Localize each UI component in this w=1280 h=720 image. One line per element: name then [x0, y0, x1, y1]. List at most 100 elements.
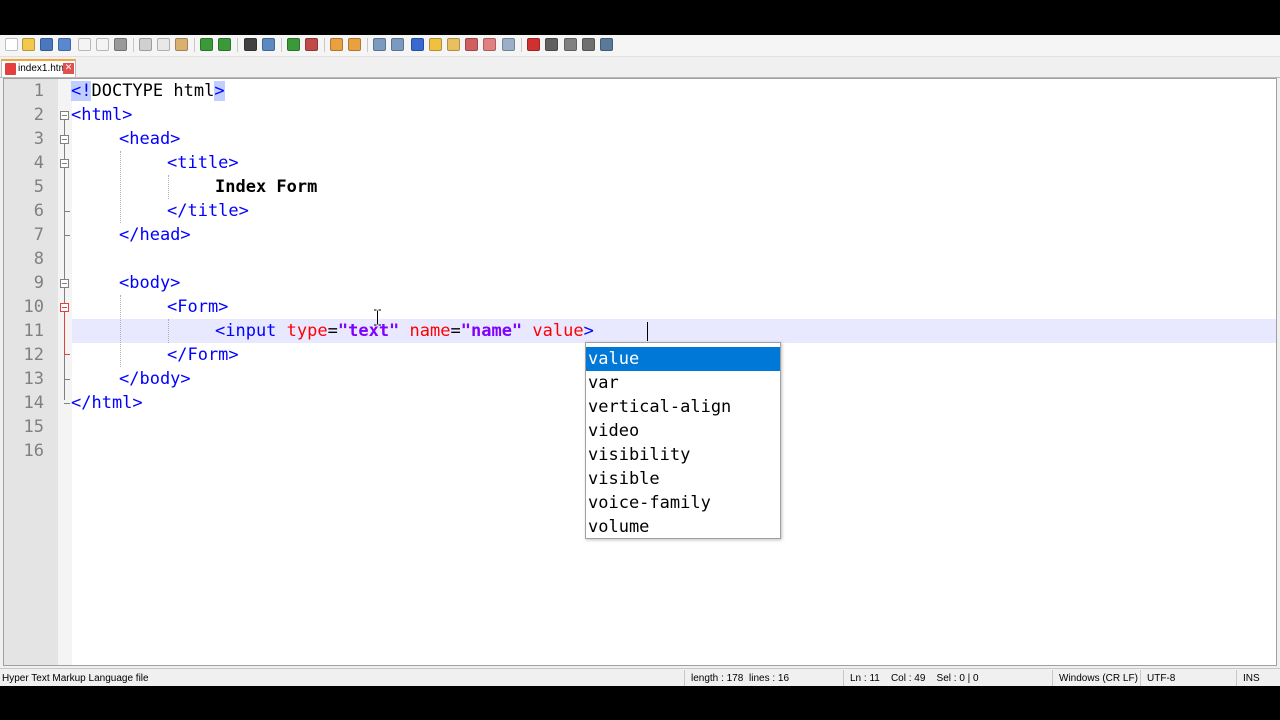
find-icon[interactable]	[244, 38, 257, 51]
indent-guide	[120, 295, 121, 367]
status-separator	[843, 670, 844, 686]
cut-icon[interactable]	[139, 38, 152, 51]
head-open-tag: <head>	[119, 129, 181, 149]
fold-line-current	[64, 312, 65, 354]
play-macro-icon[interactable]	[564, 38, 577, 51]
html-close-tag: </html>	[71, 393, 143, 413]
copy-icon[interactable]	[157, 38, 170, 51]
status-lines: lines : 16	[749, 673, 790, 684]
fold-end	[64, 379, 70, 380]
autocomplete-item[interactable]: visibility	[586, 443, 780, 467]
close-icon[interactable]	[78, 38, 91, 51]
new-file-icon[interactable]	[5, 38, 18, 51]
monitor-icon[interactable]	[502, 38, 515, 51]
line-number: 8	[33, 249, 44, 269]
code-line-2: <html>	[71, 103, 132, 127]
sync-horizontal-icon[interactable]	[348, 38, 361, 51]
line-number: 16	[23, 441, 44, 461]
ibeam-cursor-icon	[374, 309, 381, 326]
code-line-9: <body>	[119, 271, 180, 295]
autocomplete-item[interactable]: video	[586, 419, 780, 443]
save-macro-icon[interactable]	[600, 38, 613, 51]
indent-guide-icon[interactable]	[411, 38, 424, 51]
print-icon[interactable]	[114, 38, 127, 51]
line-number: 1	[33, 81, 44, 101]
fold-toggle-form[interactable]	[60, 303, 69, 312]
zoom-out-icon[interactable]	[305, 38, 318, 51]
fold-end	[64, 211, 70, 212]
value-text: "text"	[337, 321, 400, 341]
file-icon	[5, 63, 16, 75]
code-line-14: </html>	[71, 391, 143, 415]
code-line-12: </Form>	[167, 343, 239, 367]
form-close-tag: </Form>	[167, 345, 239, 365]
code-line-5: Index Form	[215, 175, 317, 199]
line-number: 6	[33, 201, 44, 221]
record-macro-icon[interactable]	[527, 38, 540, 51]
zoom-in-icon[interactable]	[287, 38, 300, 51]
replace-icon[interactable]	[262, 38, 275, 51]
paste-icon[interactable]	[175, 38, 188, 51]
udl-icon[interactable]	[429, 38, 442, 51]
tab-bar: index1.html ✕	[0, 57, 1280, 78]
body-open-tag: <body>	[119, 273, 181, 293]
autocomplete-item[interactable]: visible	[586, 467, 780, 491]
status-separator	[684, 670, 685, 686]
autocomplete-list[interactable]: value var vertical-align video visibilit…	[585, 342, 781, 539]
close-all-icon[interactable]	[96, 38, 109, 51]
status-separator	[1140, 670, 1141, 686]
open-file-icon[interactable]	[22, 38, 35, 51]
show-all-chars-icon[interactable]	[391, 38, 404, 51]
autocomplete-item[interactable]: var	[586, 371, 780, 395]
stop-macro-icon[interactable]	[545, 38, 558, 51]
redo-icon[interactable]	[218, 38, 231, 51]
save-icon[interactable]	[40, 38, 53, 51]
status-separator	[1236, 670, 1237, 686]
fold-toggle-body[interactable]	[60, 279, 69, 288]
code-line-3: <head>	[119, 127, 180, 151]
doctype-open: <!	[71, 81, 92, 101]
html-open-tag: <html>	[71, 105, 133, 125]
toolbar-separator	[237, 38, 238, 52]
indent-guide	[168, 175, 169, 199]
fold-toggle-html[interactable]	[60, 111, 69, 120]
equals-sign: =	[450, 321, 461, 341]
folder-workspace-icon[interactable]	[483, 38, 496, 51]
value-name: "name"	[460, 321, 523, 341]
equals-sign: =	[327, 321, 338, 341]
fold-toggle-head[interactable]	[60, 135, 69, 144]
toolbar-separator	[521, 38, 522, 52]
save-all-icon[interactable]	[58, 38, 71, 51]
fold-toggle-title[interactable]	[60, 159, 69, 168]
code-line-1: <!DOCTYPE html>	[71, 79, 225, 103]
status-bar: Hyper Text Markup Language file length :…	[0, 668, 1280, 686]
line-number: 4	[33, 153, 44, 173]
tab-index1-html[interactable]: index1.html ✕	[1, 59, 76, 77]
autocomplete-item[interactable]: value	[586, 347, 780, 371]
close-tab-icon[interactable]: ✕	[63, 63, 74, 74]
text-caret	[647, 322, 648, 341]
run-macro-multiple-icon[interactable]	[582, 38, 595, 51]
head-close-tag: </head>	[119, 225, 191, 245]
autocomplete-item[interactable]: volume	[586, 515, 780, 539]
function-list-icon[interactable]	[465, 38, 478, 51]
input-tag: <input	[215, 321, 277, 341]
indent-guide	[168, 319, 169, 343]
doc-map-icon[interactable]	[447, 38, 460, 51]
line-number: 9	[33, 273, 44, 293]
autocomplete-item[interactable]: vertical-align	[586, 395, 780, 419]
word-wrap-icon[interactable]	[373, 38, 386, 51]
line-number: 10	[23, 297, 44, 317]
code-line-13: </body>	[119, 367, 191, 391]
sync-vertical-icon[interactable]	[330, 38, 343, 51]
fold-end	[64, 235, 70, 236]
status-insert-mode[interactable]: INS	[1243, 673, 1260, 684]
status-file-type: Hyper Text Markup Language file	[2, 673, 149, 684]
status-length: length : 178	[691, 673, 744, 684]
line-number: 11	[23, 321, 44, 341]
undo-icon[interactable]	[200, 38, 213, 51]
status-eol[interactable]: Windows (CR LF)	[1059, 673, 1138, 684]
status-encoding[interactable]: UTF-8	[1147, 673, 1175, 684]
autocomplete-item[interactable]: voice-family	[586, 491, 780, 515]
line-number: 2	[33, 105, 44, 125]
